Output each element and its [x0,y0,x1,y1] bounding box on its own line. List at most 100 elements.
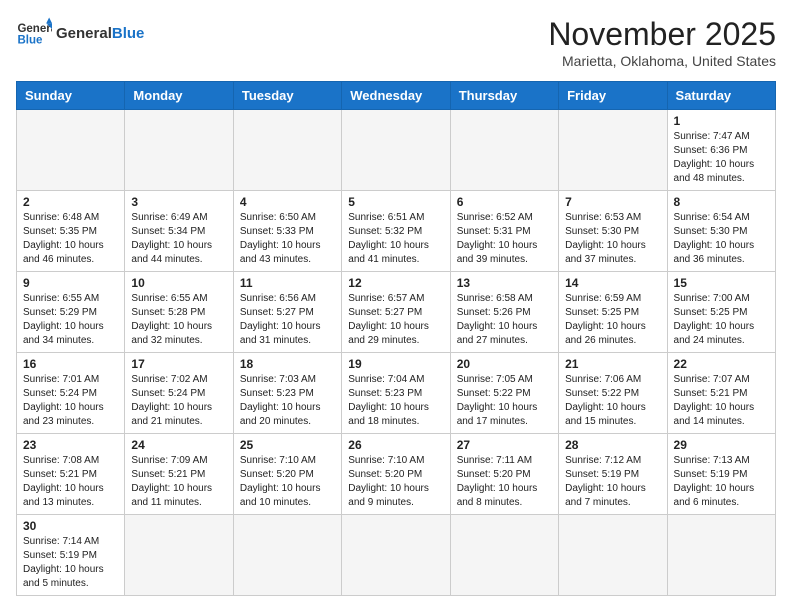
calendar-cell: 13 Sunrise: 6:58 AM Sunset: 5:26 PM Dayli… [450,272,558,353]
day-number: 19 [348,357,443,371]
calendar-cell [125,515,233,596]
weekday-friday: Friday [559,82,667,110]
day-info: Sunrise: 7:12 AM Sunset: 5:19 PM Dayligh… [565,454,660,510]
calendar-body: 1Sunrise: 7:47 AM Sunset: 6:36 PM Daylig… [17,110,776,596]
svg-text:General: General [17,23,52,35]
day-info: Sunrise: 6:53 AM Sunset: 5:30 PM Dayligh… [565,211,660,267]
calendar-cell: 15 Sunrise: 7:00 AM Sunset: 5:25 PM Dayli… [667,272,775,353]
day-info: Sunrise: 6:56 AM Sunset: 5:27 PM Dayligh… [240,292,335,348]
calendar-cell: 4 Sunrise: 6:50 AM Sunset: 5:33 PM Daylig… [233,191,341,272]
calendar-cell: 3Sunrise: 6:49 AM Sunset: 5:34 PM Daylig… [125,191,233,272]
day-number: 16 [23,357,118,371]
day-number: 30 [23,519,118,533]
logo: General Blue GeneralBlue [16,16,144,52]
day-number: 9 [23,276,118,290]
calendar-cell: 21Sunrise: 7:06 AM Sunset: 5:22 PM Dayli… [559,353,667,434]
calendar-cell: 28 Sunrise: 7:12 AM Sunset: 5:19 PM Dayli… [559,434,667,515]
day-info: Sunrise: 6:51 AM Sunset: 5:32 PM Dayligh… [348,211,443,267]
day-number: 24 [131,438,226,452]
svg-text:Blue: Blue [17,34,43,46]
day-number: 15 [674,276,769,290]
day-info: Sunrise: 6:52 AM Sunset: 5:31 PM Dayligh… [457,211,552,267]
calendar-cell [125,110,233,191]
day-info: Sunrise: 7:09 AM Sunset: 5:21 PM Dayligh… [131,454,226,510]
day-number: 28 [565,438,660,452]
weekday-header-row: SundayMondayTuesdayWednesdayThursdayFrid… [17,82,776,110]
day-info: Sunrise: 6:58 AM Sunset: 5:26 PM Dayligh… [457,292,552,348]
day-info: Sunrise: 7:05 AM Sunset: 5:22 PM Dayligh… [457,373,552,429]
day-info: Sunrise: 7:04 AM Sunset: 5:23 PM Dayligh… [348,373,443,429]
calendar-cell [450,515,558,596]
day-number: 25 [240,438,335,452]
calendar-cell: 7 Sunrise: 6:53 AM Sunset: 5:30 PM Daylig… [559,191,667,272]
page-header: General Blue GeneralBlue November 2025 M… [16,16,776,69]
day-number: 6 [457,195,552,209]
calendar-cell: 12Sunrise: 6:57 AM Sunset: 5:27 PM Dayli… [342,272,450,353]
calendar-cell: 9 Sunrise: 6:55 AM Sunset: 5:29 PM Daylig… [17,272,125,353]
weekday-tuesday: Tuesday [233,82,341,110]
calendar-cell: 10Sunrise: 6:55 AM Sunset: 5:28 PM Dayli… [125,272,233,353]
calendar-cell: 26 Sunrise: 7:10 AM Sunset: 5:20 PM Dayli… [342,434,450,515]
calendar-cell [342,515,450,596]
day-info: Sunrise: 7:02 AM Sunset: 5:24 PM Dayligh… [131,373,226,429]
location-subtitle: Marietta, Oklahoma, United States [548,53,776,69]
calendar-cell: 18 Sunrise: 7:03 AM Sunset: 5:23 PM Dayli… [233,353,341,434]
calendar-cell: 16Sunrise: 7:01 AM Sunset: 5:24 PM Dayli… [17,353,125,434]
calendar-cell: 2 Sunrise: 6:48 AM Sunset: 5:35 PM Daylig… [17,191,125,272]
day-info: Sunrise: 7:07 AM Sunset: 5:21 PM Dayligh… [674,373,769,429]
calendar-cell: 8Sunrise: 6:54 AM Sunset: 5:30 PM Daylig… [667,191,775,272]
day-info: Sunrise: 6:54 AM Sunset: 5:30 PM Dayligh… [674,211,769,267]
calendar-cell: 30 Sunrise: 7:14 AM Sunset: 5:19 PM Dayli… [17,515,125,596]
day-info: Sunrise: 7:03 AM Sunset: 5:23 PM Dayligh… [240,373,335,429]
weekday-wednesday: Wednesday [342,82,450,110]
day-info: Sunrise: 7:10 AM Sunset: 5:20 PM Dayligh… [348,454,443,510]
day-info: Sunrise: 7:08 AM Sunset: 5:21 PM Dayligh… [23,454,118,510]
calendar-cell: 23 Sunrise: 7:08 AM Sunset: 5:21 PM Dayli… [17,434,125,515]
day-info: Sunrise: 7:13 AM Sunset: 5:19 PM Dayligh… [674,454,769,510]
day-number: 4 [240,195,335,209]
day-info: Sunrise: 6:48 AM Sunset: 5:35 PM Dayligh… [23,211,118,267]
day-info: Sunrise: 6:50 AM Sunset: 5:33 PM Dayligh… [240,211,335,267]
calendar-cell [233,515,341,596]
day-number: 21 [565,357,660,371]
weekday-monday: Monday [125,82,233,110]
day-number: 7 [565,195,660,209]
calendar-week-5: 23 Sunrise: 7:08 AM Sunset: 5:21 PM Dayli… [17,434,776,515]
day-info: Sunrise: 6:59 AM Sunset: 5:25 PM Dayligh… [565,292,660,348]
day-info: Sunrise: 7:00 AM Sunset: 5:25 PM Dayligh… [674,292,769,348]
day-number: 5 [348,195,443,209]
day-number: 29 [674,438,769,452]
day-info: Sunrise: 7:10 AM Sunset: 5:20 PM Dayligh… [240,454,335,510]
day-number: 18 [240,357,335,371]
day-number: 14 [565,276,660,290]
calendar-cell: 24 Sunrise: 7:09 AM Sunset: 5:21 PM Dayli… [125,434,233,515]
calendar-cell [559,110,667,191]
day-info: Sunrise: 7:14 AM Sunset: 5:19 PM Dayligh… [23,535,118,591]
title-area: November 2025 Marietta, Oklahoma, United… [548,16,776,69]
day-number: 26 [348,438,443,452]
calendar-cell: 6 Sunrise: 6:52 AM Sunset: 5:31 PM Daylig… [450,191,558,272]
day-number: 13 [457,276,552,290]
day-number: 17 [131,357,226,371]
day-number: 1 [674,114,769,128]
day-number: 2 [23,195,118,209]
day-number: 23 [23,438,118,452]
logo-blue: Blue [112,25,145,42]
month-title: November 2025 [548,16,776,53]
calendar-cell: 22Sunrise: 7:07 AM Sunset: 5:21 PM Dayli… [667,353,775,434]
calendar-cell [233,110,341,191]
calendar-cell [559,515,667,596]
day-number: 10 [131,276,226,290]
day-number: 27 [457,438,552,452]
weekday-thursday: Thursday [450,82,558,110]
calendar-cell: 11Sunrise: 6:56 AM Sunset: 5:27 PM Dayli… [233,272,341,353]
day-number: 12 [348,276,443,290]
calendar-week-1: 1Sunrise: 7:47 AM Sunset: 6:36 PM Daylig… [17,110,776,191]
calendar-cell: 27Sunrise: 7:11 AM Sunset: 5:20 PM Dayli… [450,434,558,515]
calendar-cell [450,110,558,191]
weekday-saturday: Saturday [667,82,775,110]
calendar-cell: 19 Sunrise: 7:04 AM Sunset: 5:23 PM Dayli… [342,353,450,434]
logo-icon: General Blue [16,16,52,52]
day-info: Sunrise: 6:55 AM Sunset: 5:29 PM Dayligh… [23,292,118,348]
calendar-cell [342,110,450,191]
